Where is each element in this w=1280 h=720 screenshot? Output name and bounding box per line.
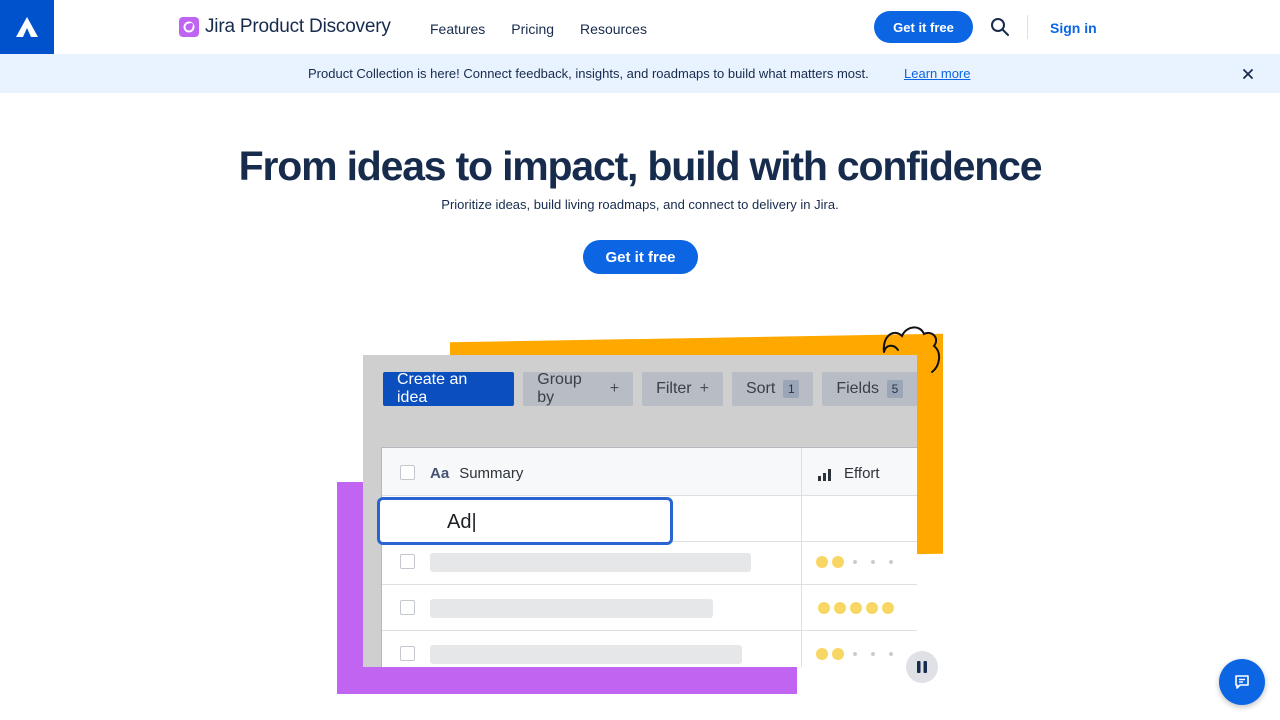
nav-divider bbox=[1027, 15, 1028, 39]
plus-icon: + bbox=[699, 380, 709, 397]
sign-in-link[interactable]: Sign in bbox=[1050, 20, 1097, 36]
effort-column-header: Effort bbox=[818, 465, 880, 482]
atlassian-logo[interactable] bbox=[0, 0, 54, 54]
pause-animation-button[interactable] bbox=[906, 651, 938, 683]
plus-icon: + bbox=[609, 380, 620, 397]
nav-link-features[interactable]: Features bbox=[430, 21, 485, 37]
idea-title-input-value: Ad| bbox=[447, 511, 477, 533]
nav-link-pricing[interactable]: Pricing bbox=[511, 21, 554, 37]
group-by-label: Group by bbox=[537, 371, 582, 406]
table-row bbox=[382, 631, 917, 667]
sort-button: Sort 1 bbox=[731, 372, 814, 406]
effort-dot-filled bbox=[882, 602, 894, 614]
summary-column-header: Aa Summary bbox=[430, 465, 523, 482]
chat-support-button[interactable] bbox=[1219, 659, 1265, 705]
fields-count-badge: 5 bbox=[887, 380, 903, 398]
brand[interactable]: Jira Product Discovery bbox=[179, 16, 391, 38]
sort-count-badge: 1 bbox=[783, 380, 800, 398]
illustration-toolbar: Create an idea Group by + Filter + Sort … bbox=[383, 371, 917, 406]
chat-icon bbox=[1235, 675, 1249, 689]
effort-header-label: Effort bbox=[844, 465, 880, 482]
pause-icon bbox=[917, 661, 927, 673]
create-idea-button: Create an idea bbox=[383, 371, 515, 406]
effort-dot-filled bbox=[832, 648, 844, 660]
effort-dot-empty bbox=[853, 560, 857, 564]
top-nav: Jira Product Discovery Features Pricing … bbox=[0, 0, 1280, 54]
nav-links: Features Pricing Resources bbox=[430, 21, 647, 37]
effort-rating bbox=[818, 602, 894, 614]
effort-dot-filled bbox=[816, 648, 828, 660]
effort-dot-empty bbox=[853, 652, 857, 656]
effort-dot-filled bbox=[818, 602, 830, 614]
group-by-button: Group by + bbox=[523, 371, 634, 406]
effort-rating bbox=[816, 556, 898, 568]
atlassian-icon bbox=[16, 17, 38, 37]
effort-dot-empty bbox=[889, 652, 893, 656]
hero-subtitle: Prioritize ideas, build living roadmaps,… bbox=[441, 197, 839, 212]
effort-dot-filled bbox=[832, 556, 844, 568]
row-checkbox bbox=[400, 646, 415, 661]
effort-dot-filled bbox=[866, 602, 878, 614]
filter-label: Filter bbox=[656, 380, 692, 397]
search-icon[interactable] bbox=[990, 17, 1010, 37]
banner-learn-more-link[interactable]: Learn more bbox=[904, 66, 970, 81]
announcement-banner: Product Collection is here! Connect feed… bbox=[0, 54, 1280, 93]
effort-dot-empty bbox=[889, 560, 893, 564]
ideas-table: Aa Summary Effort bbox=[381, 447, 917, 667]
fields-label: Fields bbox=[836, 380, 879, 397]
table-header: Aa Summary Effort bbox=[382, 448, 917, 496]
effort-rating bbox=[816, 648, 898, 660]
filter-button: Filter + bbox=[642, 372, 723, 406]
effort-dot-empty bbox=[871, 560, 875, 564]
text-field-icon: Aa bbox=[430, 465, 450, 482]
nav-get-it-free-button[interactable]: Get it free bbox=[874, 11, 973, 43]
table-row bbox=[382, 585, 917, 631]
hero-get-it-free-button[interactable]: Get it free bbox=[583, 240, 698, 274]
sort-label: Sort bbox=[745, 380, 776, 397]
effort-dot-filled bbox=[816, 556, 828, 568]
hero-title: From ideas to impact, build with confide… bbox=[238, 143, 1043, 189]
idea-title-input: Ad| bbox=[377, 497, 673, 545]
summary-placeholder-bar bbox=[430, 645, 742, 664]
summary-header-label: Summary bbox=[459, 465, 524, 482]
row-checkbox bbox=[400, 554, 415, 569]
table-row bbox=[382, 539, 917, 585]
create-idea-label: Create an idea bbox=[397, 371, 468, 406]
effort-dot-empty bbox=[871, 652, 875, 656]
brand-name: Jira Product Discovery bbox=[205, 16, 391, 37]
bar-chart-icon bbox=[818, 468, 831, 481]
summary-placeholder-bar bbox=[430, 599, 713, 618]
close-icon[interactable] bbox=[1240, 66, 1256, 82]
banner-text: Product Collection is here! Connect feed… bbox=[308, 66, 869, 81]
nav-link-resources[interactable]: Resources bbox=[580, 21, 647, 37]
scribble-doodle-icon bbox=[882, 326, 940, 373]
select-all-checkbox bbox=[400, 465, 415, 480]
effort-dot-filled bbox=[834, 602, 846, 614]
summary-placeholder-bar bbox=[430, 553, 751, 572]
jira-product-discovery-icon bbox=[179, 17, 199, 37]
row-checkbox bbox=[400, 600, 415, 615]
effort-dot-filled bbox=[850, 602, 862, 614]
